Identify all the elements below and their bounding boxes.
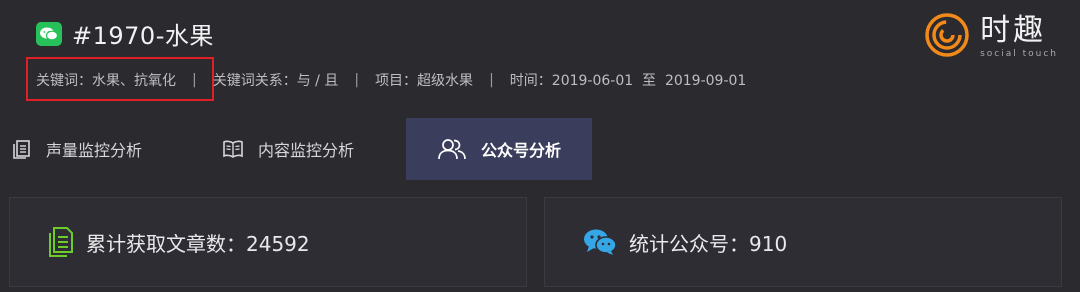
official-account-count-card: 统计公众号：910 <box>544 197 1062 287</box>
people-icon <box>437 138 467 160</box>
document-list-icon <box>12 139 32 159</box>
wechat-icon <box>36 21 62 46</box>
separator: | <box>192 72 197 88</box>
stats-cards: 累计获取文章数：24592 统计公众号：910 <box>0 180 1080 292</box>
article-icon <box>48 226 74 258</box>
tab-label: 声量监控分析 <box>46 141 143 160</box>
time-range-text: 时间：2019-06-01 至 2019-09-01 <box>509 73 747 89</box>
tab-content-monitoring[interactable]: 内容监控分析 <box>202 118 406 180</box>
keywords-text: 关键词：水果、抗氧化 <box>36 73 176 89</box>
open-book-icon <box>222 139 244 159</box>
report-header: #1970-水果 关键词：水果、抗氧化 | 关键词关系：与 / 且 | 项目：超… <box>0 0 1080 118</box>
analysis-tabs: 声量监控分析 内容监控分析 公众号分析 <box>0 118 1080 180</box>
article-count-card: 累计获取文章数：24592 <box>9 197 527 287</box>
logo-name-en: social touch <box>980 49 1058 59</box>
brand-logo: 时趣 social touch <box>924 12 1058 62</box>
tab-official-account-analysis[interactable]: 公众号分析 <box>406 118 592 180</box>
keyword-relation-text: 关键词关系：与 / 且 <box>212 73 339 89</box>
meta-row: 关键词：水果、抗氧化 | 关键词关系：与 / 且 | 项目：超级水果 | 时间：… <box>36 70 746 90</box>
logo-spiral-icon <box>924 12 970 62</box>
wechat-icon <box>583 228 617 256</box>
article-count-text: 累计获取文章数：24592 <box>86 231 310 256</box>
tab-label: 内容监控分析 <box>258 141 355 160</box>
page-title: #1970-水果 <box>72 22 214 50</box>
tab-volume-monitoring[interactable]: 声量监控分析 <box>0 118 202 180</box>
title-row: #1970-水果 <box>36 16 214 51</box>
project-text: 项目：超级水果 <box>375 73 474 89</box>
separator: | <box>489 72 494 88</box>
tab-label: 公众号分析 <box>480 141 561 160</box>
separator: | <box>354 72 360 88</box>
logo-name-cn: 时趣 <box>980 13 1047 48</box>
official-account-count-text: 统计公众号：910 <box>629 231 788 256</box>
